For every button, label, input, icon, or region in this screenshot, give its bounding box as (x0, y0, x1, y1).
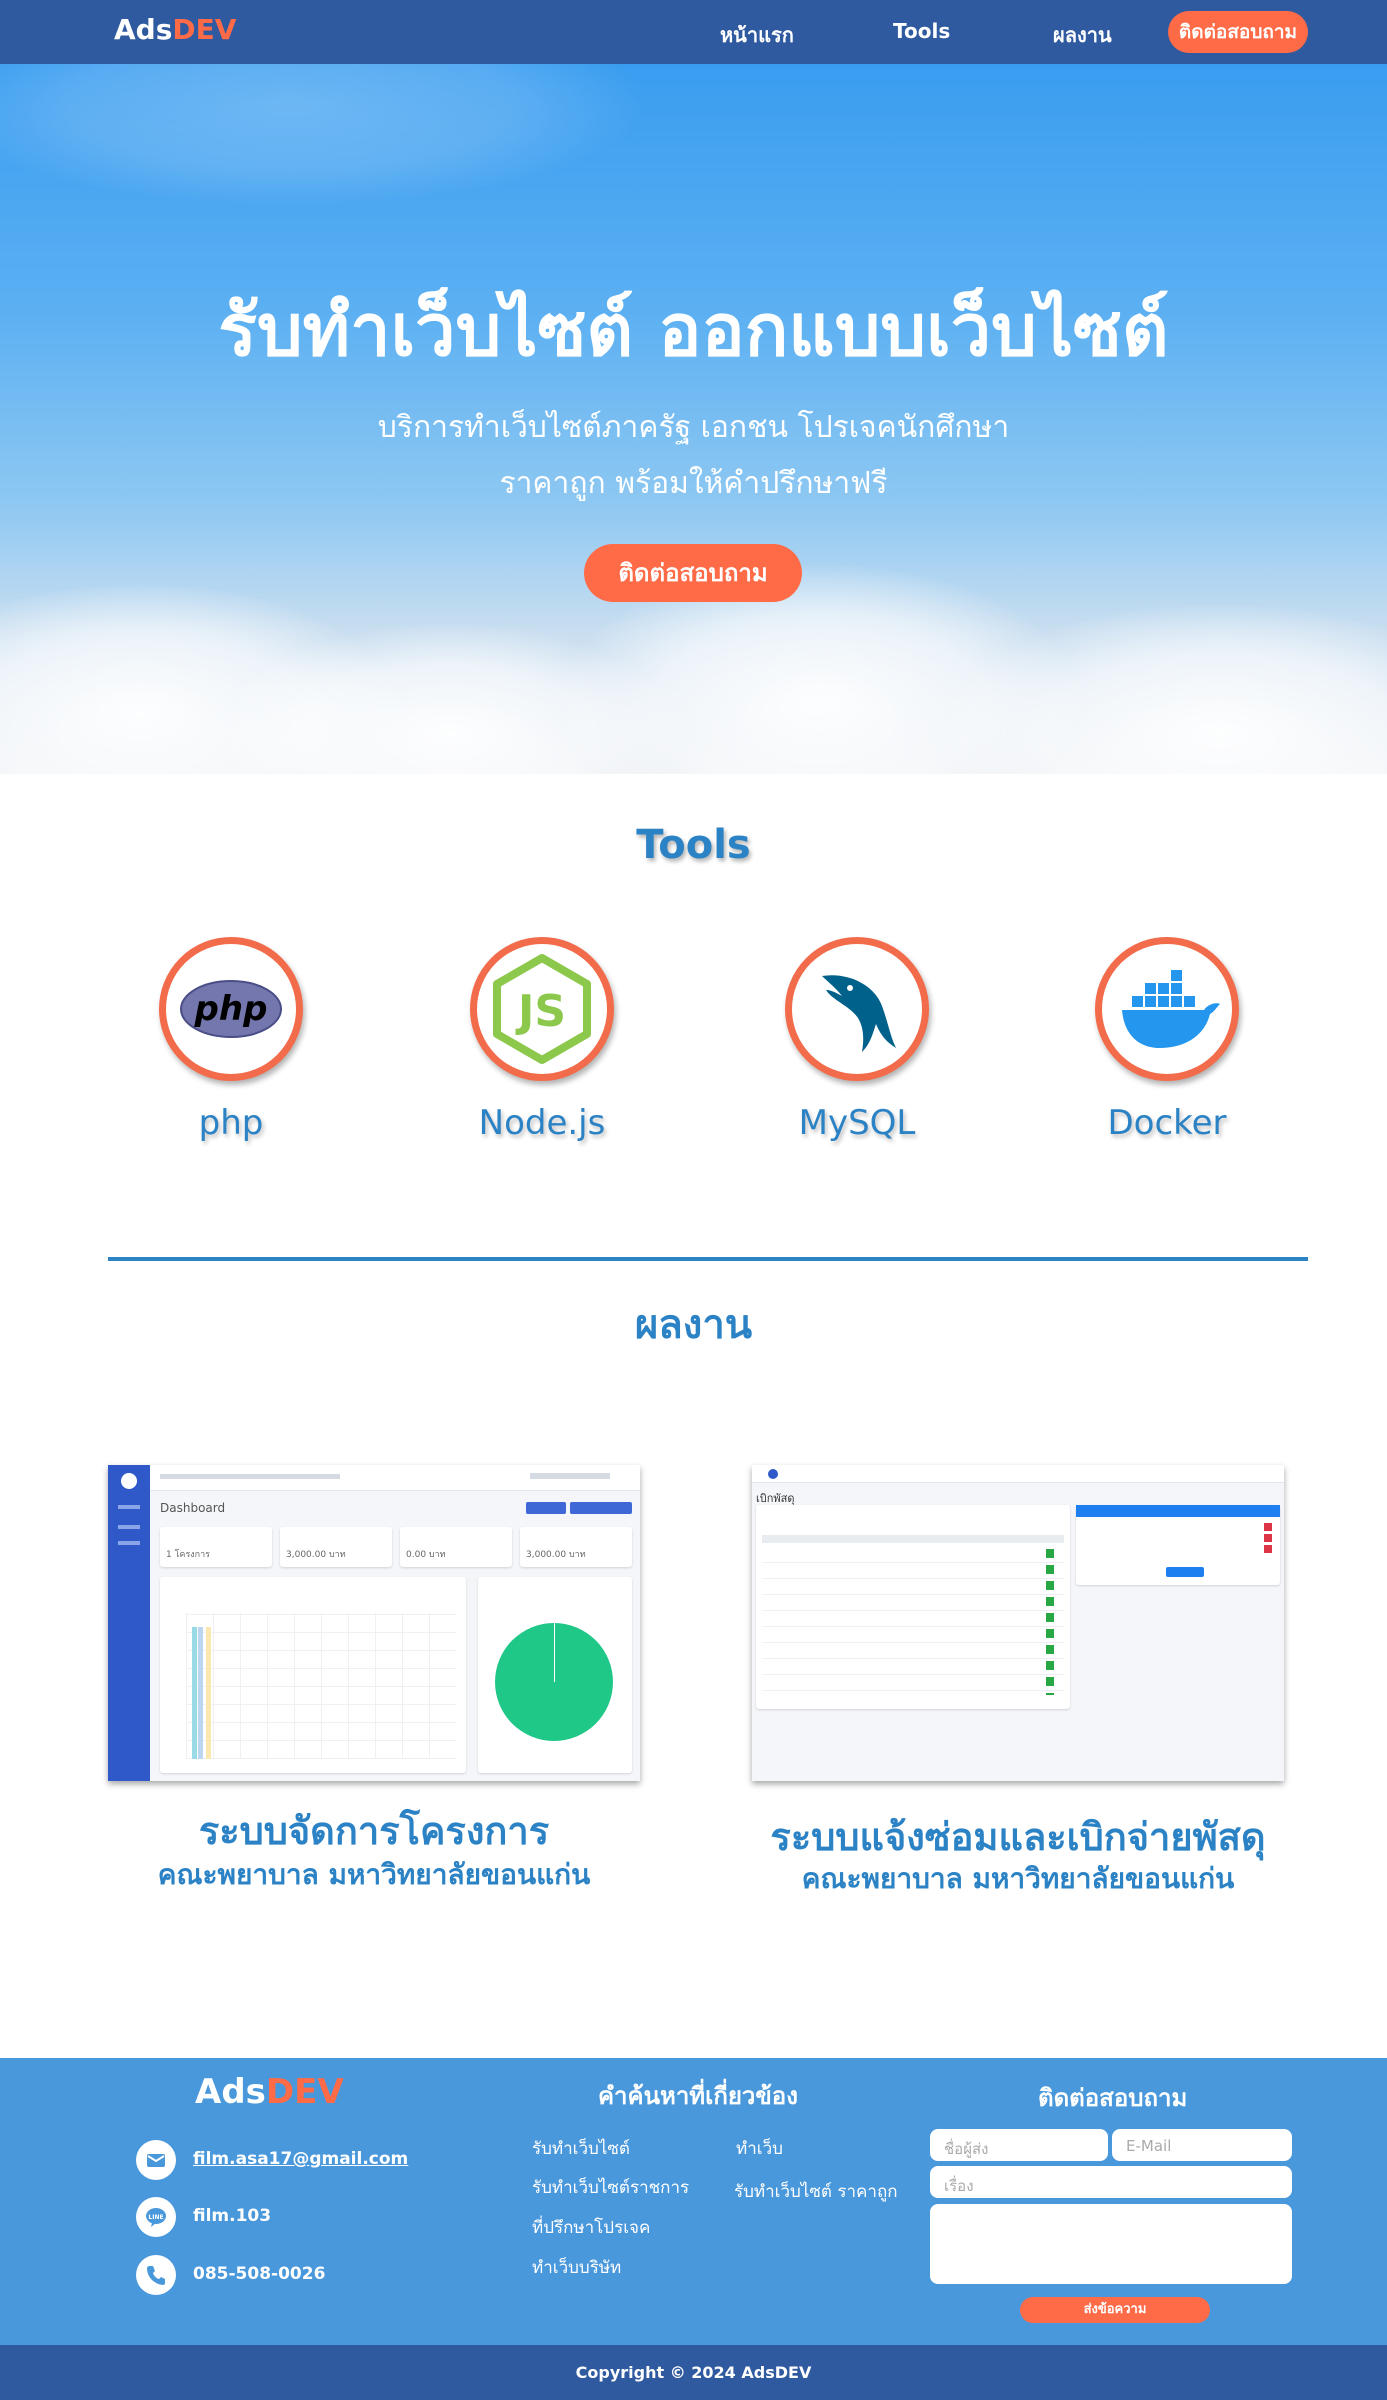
tool-label: MySQL (798, 1103, 916, 1143)
keyword-link[interactable]: รับทำเว็บไซต์ ราคาถูก (734, 2178, 898, 2205)
svg-text:LINE: LINE (148, 2214, 163, 2221)
copyright-bar: Copyright © 2024 AdsDEV (0, 2345, 1387, 2400)
mini-stat-card: 0.00 บาท (400, 1527, 512, 1567)
contact-line-id[interactable]: film.103 (193, 2206, 271, 2226)
brand-logo-accent: DEV (172, 13, 237, 46)
mini-button (570, 1502, 632, 1514)
message-textarea[interactable] (930, 2204, 1292, 2284)
keyword-link[interactable]: ที่ปรึกษาโปรเจค (532, 2214, 650, 2241)
keyword-link[interactable]: ทำเว็บบริษัท (532, 2254, 621, 2281)
subject-field[interactable]: เรื่อง (930, 2166, 1292, 2198)
keywords-heading: คำค้นหาที่เกี่ยวข้อง (598, 2082, 798, 2110)
keyword-link[interactable]: ทำเว็บ (736, 2135, 783, 2162)
mini-dashboard-heading: Dashboard (160, 1501, 226, 1515)
mini-add-buttons (1046, 1549, 1054, 1695)
work-subtitle: คณะพยาบาล มหาวิทยาลัยขอนแก่น (157, 1858, 591, 1891)
mini-topbar-line (160, 1474, 340, 1479)
mini-table-rows (762, 1547, 1064, 1697)
brand-logo-accent: DEV (265, 2072, 344, 2112)
hero-title: รับทำเว็บไซต์ ออกแบบเว็บไซต์ (218, 288, 1169, 372)
mini-menu-item (118, 1505, 140, 1509)
keyword-link[interactable]: รับทำเว็บไซต์ (532, 2135, 630, 2162)
mini-cart-card (1076, 1505, 1280, 1585)
line-icon: LINE (136, 2197, 176, 2237)
mini-bar-chart-card (160, 1577, 466, 1773)
tool-label: php (198, 1103, 264, 1143)
mini-chart-grid (186, 1613, 456, 1759)
nav-contact-button[interactable]: ติดต่อสอบถาม (1168, 11, 1308, 53)
tool-label: Docker (1107, 1103, 1227, 1143)
work-subtitle: คณะพยาบาล มหาวิทยาลัยขอนแก่น (801, 1862, 1235, 1895)
hero-cloud (0, 64, 640, 204)
mini-topbar (752, 1465, 1284, 1483)
mini-menu-item (118, 1525, 140, 1529)
mini-topbar-user (530, 1473, 610, 1479)
contact-phone[interactable]: 085-508-0026 (193, 2264, 325, 2284)
mysql-icon (785, 937, 929, 1081)
email-icon (136, 2140, 176, 2180)
footer-brand-logo[interactable]: AdsDEV (195, 2072, 344, 2112)
keyword-link[interactable]: รับทำเว็บไซต์ราชการ (532, 2174, 689, 2201)
brand-logo-prefix: Ads (114, 13, 173, 46)
mini-pie-slice-edge (554, 1623, 555, 1682)
mini-logo-icon (121, 1473, 137, 1489)
mini-stat-value: 3,000.00 บาท (286, 1550, 346, 1560)
tools-section-title: Tools (636, 822, 751, 868)
mini-submit-button (1166, 1567, 1204, 1577)
mini-stat-value: 1 โครงการ (166, 1550, 211, 1560)
mini-stat-card: 3,000.00 บาท (520, 1527, 632, 1567)
docker-icon (1095, 937, 1239, 1081)
hero-contact-button[interactable]: ติดต่อสอบถาม (584, 544, 802, 602)
phone-icon (136, 2255, 176, 2295)
mini-stat-value: 3,000.00 บาท (526, 1550, 586, 1560)
nav-link-tools[interactable]: Tools (893, 19, 950, 43)
work-screenshot-repair-supply[interactable]: เบิกพัสดุ (752, 1465, 1284, 1781)
svg-text:JS: JS (515, 986, 566, 1037)
mini-remove-buttons (1264, 1523, 1272, 1553)
nav-link-works[interactable]: ผลงาน (1053, 19, 1112, 51)
hero-banner: รับทำเว็บไซต์ ออกแบบเว็บไซต์ บริการทำเว็… (0, 64, 1387, 774)
contact-email[interactable]: film.asa17@gmail.com (193, 2149, 408, 2169)
mini-button (526, 1502, 566, 1514)
mini-chart-bar (206, 1627, 211, 1759)
section-divider (108, 1257, 1308, 1261)
mini-table-header (762, 1535, 1064, 1543)
brand-logo[interactable]: AdsDEV (114, 13, 236, 46)
mini-stat-card: 1 โครงการ (160, 1527, 272, 1567)
mini-chart-bar (192, 1627, 197, 1759)
mini-cart-header (1076, 1505, 1280, 1517)
mini-sidebar (108, 1465, 150, 1781)
brand-logo-prefix: Ads (195, 2072, 266, 2112)
svg-text:php: php (194, 989, 268, 1029)
mini-chart-bar (198, 1627, 203, 1759)
mini-pie-chart-card (478, 1577, 632, 1773)
mini-stat-card: 3,000.00 บาท (280, 1527, 392, 1567)
nodejs-icon: JS (470, 937, 614, 1081)
tool-label: Node.js (478, 1103, 606, 1143)
hero-subtitle-line-2: ราคาถูก พร้อมให้คำปรึกษาฟรี (499, 466, 888, 501)
work-screenshot-project-dashboard[interactable]: Dashboard 1 โครงการ 3,000.00 บาท 0.00 บา… (108, 1465, 640, 1781)
work-title: ระบบจัดการโครงการ (198, 1809, 550, 1853)
sender-email-field[interactable]: E-Mail (1112, 2129, 1292, 2161)
works-section-title: ผลงาน (634, 1302, 753, 1348)
mini-table-card (756, 1505, 1070, 1709)
hero-subtitle-line-1: บริการทำเว็บไซต์ภาครัฐ เอกชน โปรเจคนักศึ… (377, 410, 1010, 445)
nav-link-home[interactable]: หน้าแรก (720, 19, 794, 51)
mini-topbar (150, 1465, 640, 1491)
php-icon: php (159, 937, 303, 1081)
mini-menu-item (118, 1541, 140, 1545)
mini-logo-icon (768, 1469, 778, 1479)
top-navbar: AdsDEV หน้าแรก Tools ผลงาน ติดต่อสอบถาม (0, 0, 1387, 64)
send-message-button[interactable]: ส่งข้อความ (1020, 2297, 1210, 2323)
sender-name-field[interactable]: ชื่อผู้ส่ง (930, 2129, 1108, 2161)
contact-form-heading: ติดต่อสอบถาม (1038, 2084, 1188, 2112)
mini-stat-value: 0.00 บาท (406, 1550, 446, 1560)
